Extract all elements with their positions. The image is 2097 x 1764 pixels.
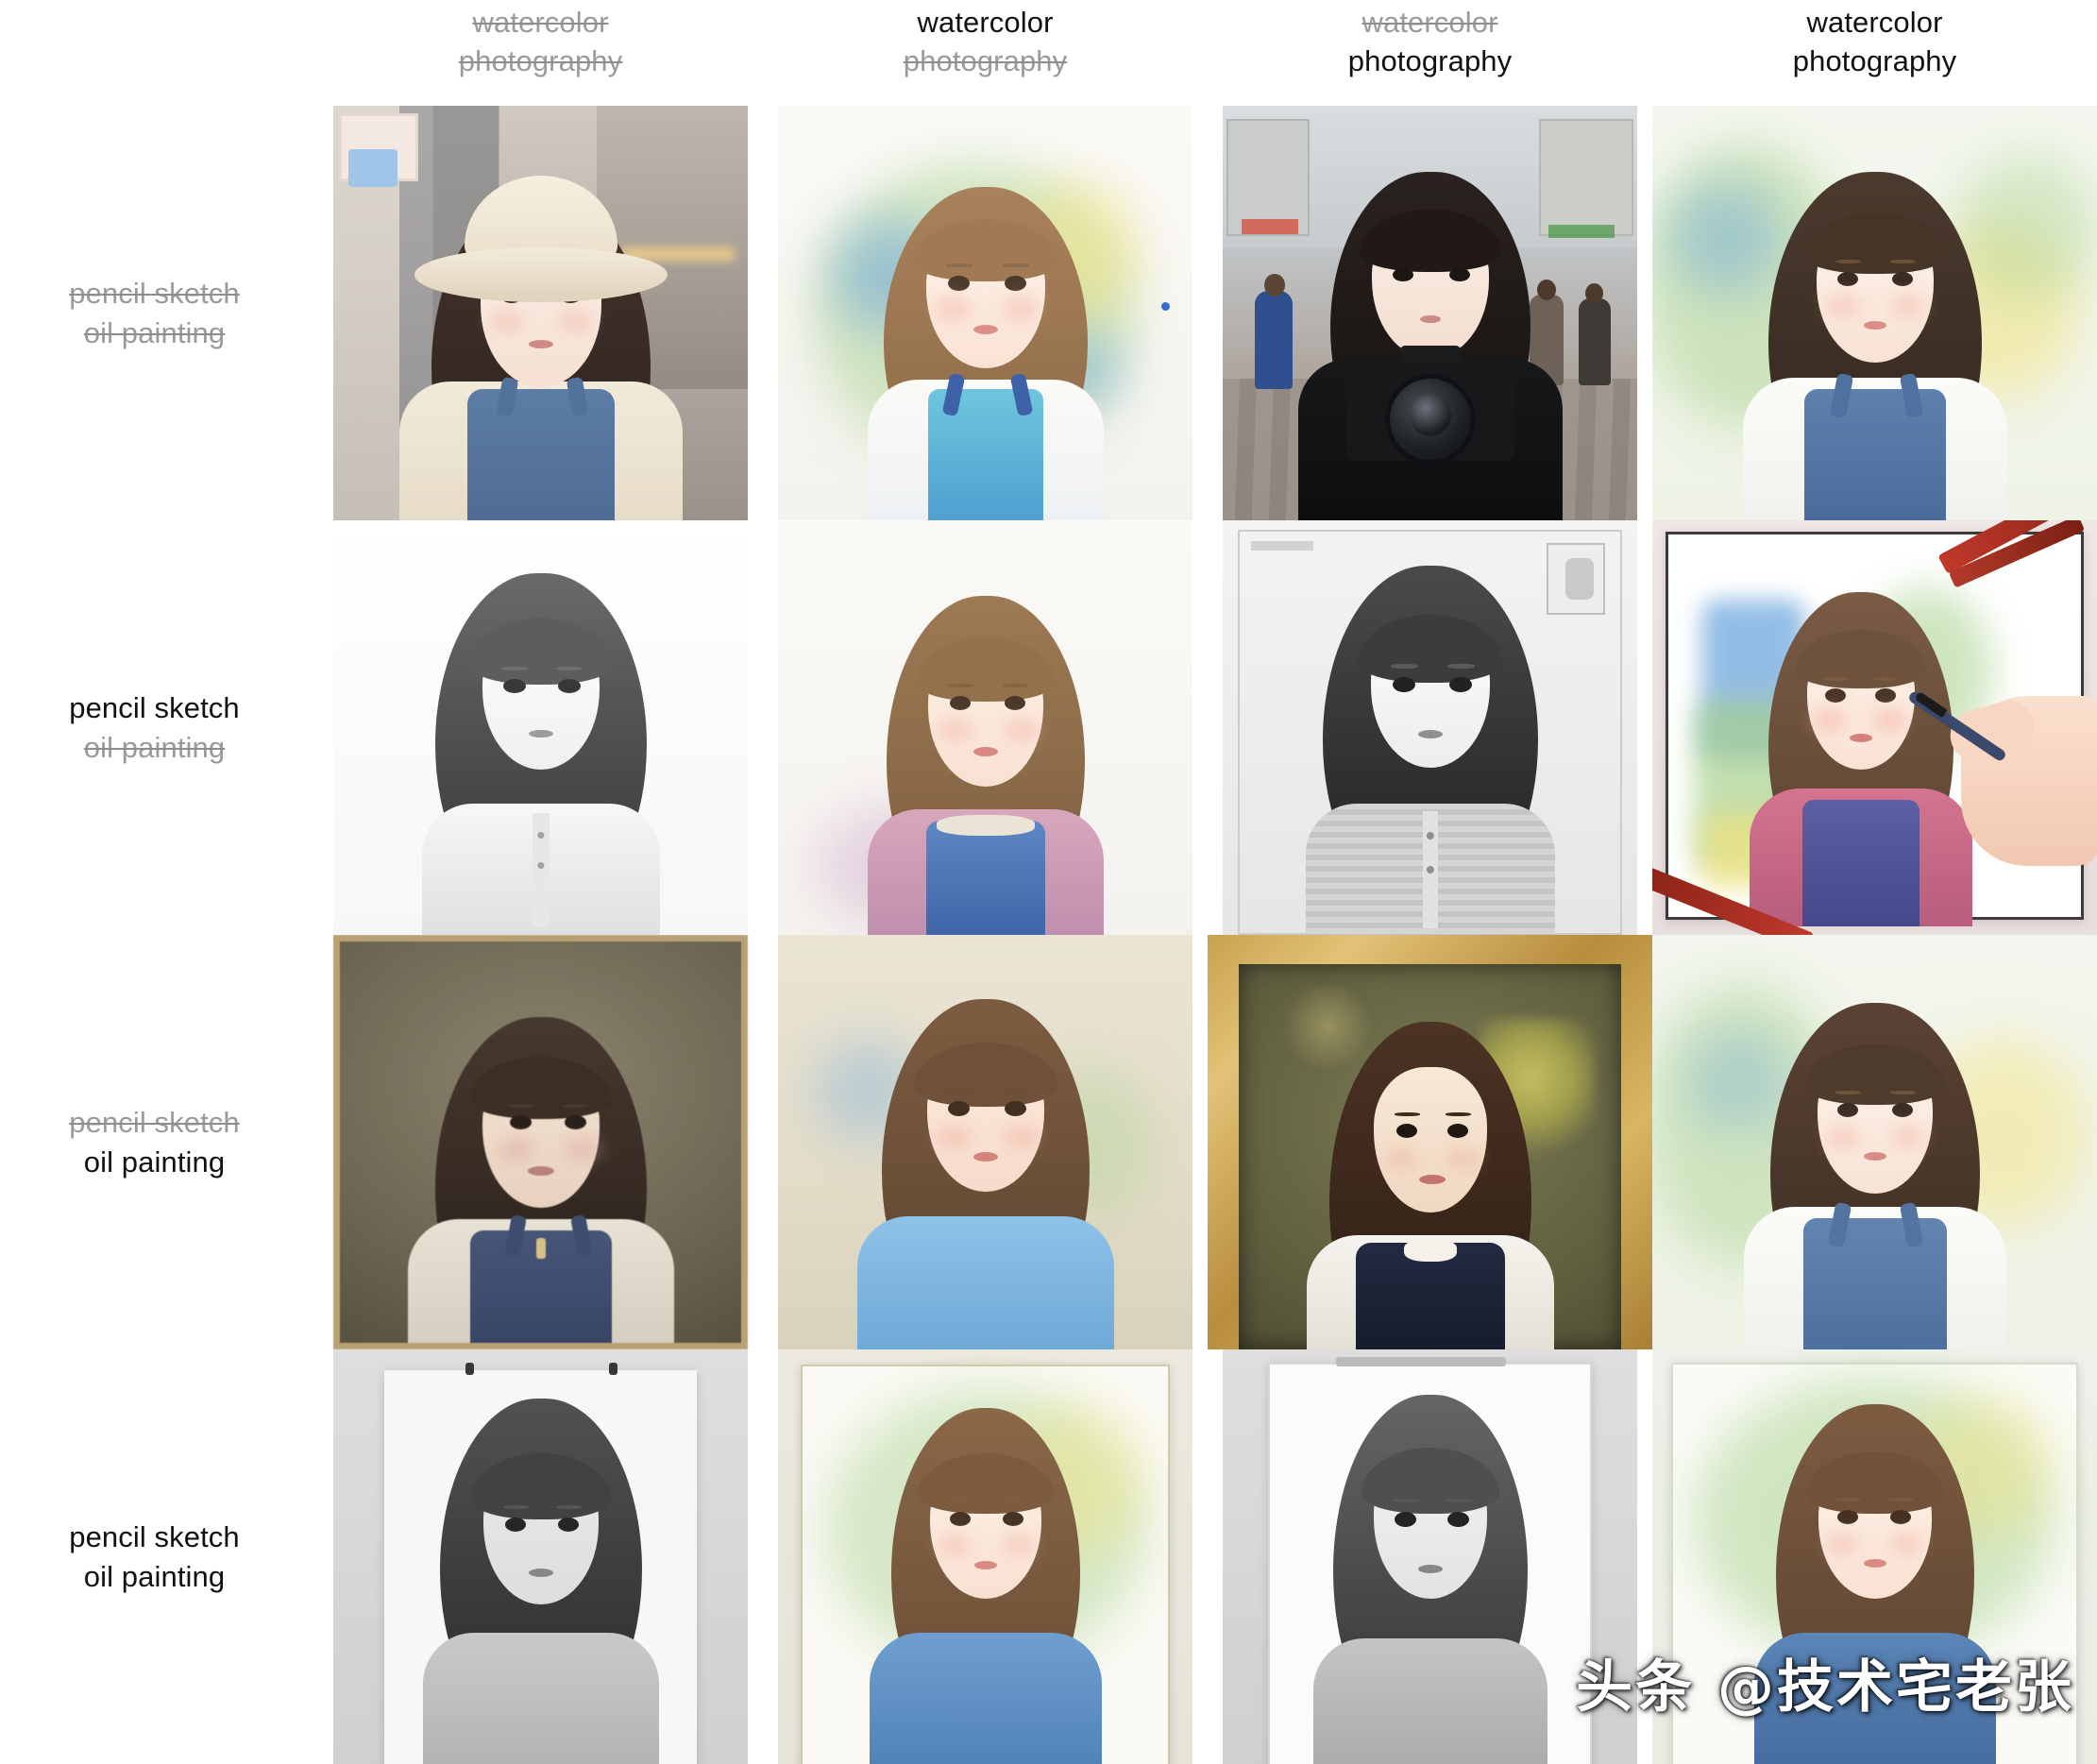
portrait-image (333, 935, 748, 1349)
column-header-1: watercolor photography (318, 0, 763, 106)
col-2-token-watercolor: watercolor (917, 6, 1054, 39)
col-2-token-photography: photography (903, 43, 1068, 77)
grid-corner-spacer (0, 0, 318, 106)
row-header-4: pencil sketch oil painting (0, 1349, 318, 1764)
row-1-token-pencil-sketch: pencil sketch (69, 276, 240, 310)
col-3-token-photography: photography (1347, 43, 1513, 77)
image-cell-r4c2[interactable] (763, 1349, 1208, 1764)
image-cell-r1c3[interactable] (1208, 106, 1652, 520)
portrait-image (778, 520, 1192, 935)
image-cell-r3c3[interactable] (1208, 935, 1652, 1349)
portrait-image (1652, 520, 2097, 935)
portrait-image (1223, 520, 1637, 935)
portrait-image (333, 1349, 748, 1764)
image-cell-r1c4[interactable] (1652, 106, 2097, 520)
col-4-token-watercolor: watercolor (1806, 6, 1943, 39)
column-header-4: watercolor photography (1652, 0, 2097, 106)
row-2-token-pencil-sketch: pencil sketch (69, 690, 240, 724)
image-cell-r1c2[interactable] (763, 106, 1208, 520)
column-header-2: watercolor photography (763, 0, 1208, 106)
row-header-2: pencil sketch oil painting (0, 520, 318, 935)
row-3-token-pencil-sketch: pencil sketch (69, 1105, 240, 1139)
portrait-image (1208, 935, 1652, 1349)
image-cell-r4c3[interactable] (1208, 1349, 1652, 1764)
image-cell-r2c2[interactable] (763, 520, 1208, 935)
col-1-token-photography: photography (458, 43, 623, 77)
row-4-token-oil-painting: oil painting (83, 1559, 226, 1593)
row-1-token-oil-painting: oil painting (83, 315, 226, 349)
image-cell-r2c1[interactable] (318, 520, 763, 935)
portrait-image (778, 1349, 1192, 1764)
image-cell-r1c1[interactable] (318, 106, 763, 520)
image-cell-r3c2[interactable] (763, 935, 1208, 1349)
portrait-image (778, 106, 1192, 520)
image-cell-r4c4[interactable] (1652, 1349, 2097, 1764)
row-4-token-pencil-sketch: pencil sketch (69, 1519, 240, 1553)
row-2-token-oil-painting: oil painting (83, 730, 226, 764)
portrait-image (333, 106, 748, 520)
portrait-image (1652, 106, 2097, 520)
portrait-image (333, 520, 748, 935)
column-header-3: watercolor photography (1208, 0, 1652, 106)
image-cell-r3c1[interactable] (318, 935, 763, 1349)
image-cell-r4c1[interactable] (318, 1349, 763, 1764)
col-3-token-watercolor: watercolor (1361, 6, 1498, 39)
col-4-token-photography: photography (1792, 43, 1957, 77)
portrait-image (1652, 1349, 2097, 1764)
row-3-token-oil-painting: oil painting (83, 1145, 226, 1179)
prompt-ablation-grid: watercolor photography watercolor photog… (0, 0, 2097, 1764)
image-cell-r3c4[interactable] (1652, 935, 2097, 1349)
image-cell-r2c3[interactable] (1208, 520, 1652, 935)
portrait-image (1223, 106, 1637, 520)
portrait-image (1652, 935, 2097, 1349)
row-header-3: pencil sketch oil painting (0, 935, 318, 1349)
col-1-token-watercolor: watercolor (472, 6, 609, 39)
row-header-1: pencil sketch oil painting (0, 106, 318, 520)
portrait-image (1223, 1349, 1637, 1764)
portrait-image (778, 935, 1192, 1349)
image-cell-r2c4[interactable] (1652, 520, 2097, 935)
